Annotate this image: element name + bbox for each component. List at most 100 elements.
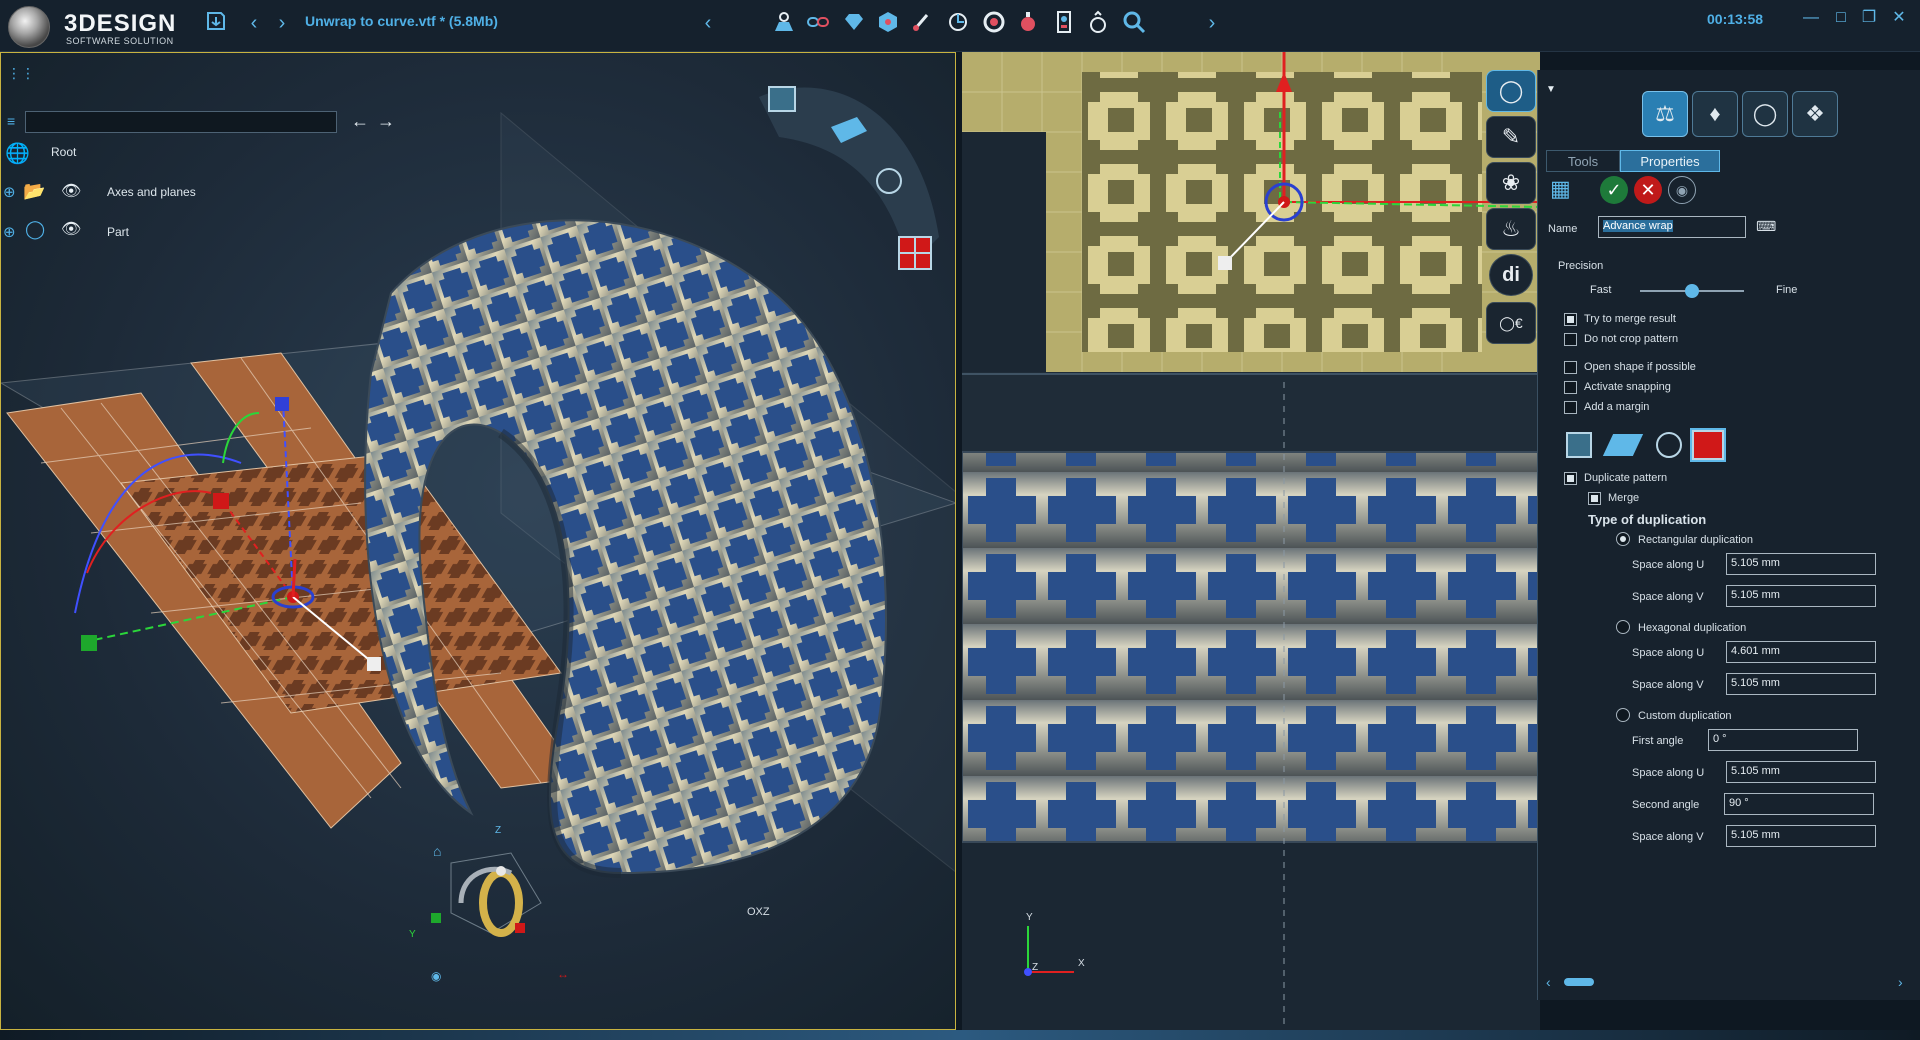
collapse-left-icon[interactable]: ‹ (694, 9, 722, 37)
jewelry-tool-icon[interactable]: ♨ (1486, 208, 1536, 250)
sculpt-icon[interactable] (770, 9, 798, 37)
mode-quad-icon[interactable] (1690, 428, 1726, 462)
link-icon[interactable] (804, 9, 832, 37)
expand-plus-icon[interactable]: ⊕ (3, 183, 16, 201)
back-icon[interactable]: ‹ (240, 9, 268, 37)
hex-space-u-input[interactable]: 4.601 mm (1726, 641, 1876, 663)
rect-space-v-input[interactable]: 5.105 mm (1726, 585, 1876, 607)
opt-no-crop-checkbox[interactable] (1564, 333, 1577, 346)
tree-search-input[interactable] (25, 111, 337, 133)
gem-icon[interactable] (840, 9, 868, 37)
grid-menu-icon[interactable]: ⋮⋮ (7, 65, 35, 82)
eye-icon[interactable]: ◉ (431, 969, 441, 983)
app-logo: 3DESIGN SOFTWARE SOLUTION (8, 6, 178, 48)
panel-scroll-left-icon[interactable]: ‹ (1546, 974, 1551, 990)
panel-scrollbar[interactable] (1564, 978, 1594, 986)
merge-checkbox[interactable] (1588, 492, 1601, 505)
eye-icon[interactable]: 👁 (61, 181, 81, 201)
save-icon[interactable] (202, 9, 230, 37)
mode-orbit-icon[interactable] (1656, 432, 1682, 458)
view-front-icon[interactable] (768, 86, 796, 112)
forward-icon[interactable]: › (268, 9, 296, 37)
custom-duplication-radio[interactable] (1616, 708, 1630, 722)
precision-slider-knob[interactable] (1685, 284, 1699, 298)
ring-measure-icon[interactable] (1084, 9, 1112, 37)
tree-item-axes[interactable]: Axes and planes (107, 185, 196, 199)
mode-plane-icon[interactable] (1602, 434, 1644, 456)
tree-back-icon[interactable]: ← (351, 111, 369, 132)
ball-icon[interactable] (1014, 9, 1042, 37)
keyboard-icon[interactable]: ⌨ (1756, 218, 1776, 235)
expand-plus-icon[interactable]: ⊕ (3, 223, 16, 241)
logo-ball-icon (8, 6, 50, 48)
expand-right-icon[interactable]: › (1198, 9, 1226, 37)
axis-z-label: Z (1032, 962, 1038, 973)
tree-root-label[interactable]: Root (51, 145, 76, 159)
duplicate-pattern-checkbox[interactable] (1564, 472, 1577, 485)
zoom-icon[interactable] (1120, 9, 1148, 37)
right-scene: Y Z X (962, 52, 1540, 1030)
objects-mode-icon[interactable]: ⚖ (1642, 91, 1688, 137)
opt-open-shape-checkbox[interactable] (1564, 361, 1577, 374)
tree-forward-icon[interactable]: → (377, 111, 395, 132)
di-tool-icon[interactable]: di (1489, 254, 1533, 296)
eye-icon[interactable]: 👁 (61, 219, 81, 239)
cost-tool-icon[interactable]: ◯€ (1486, 302, 1536, 344)
name-value: Advance wrap (1603, 220, 1673, 232)
gem-mode-icon[interactable]: ♦ (1692, 91, 1738, 137)
restore-icon[interactable]: ❐ (1858, 7, 1880, 29)
folder-icon: 📂 (23, 181, 46, 201)
rect-duplication-radio[interactable] (1616, 532, 1630, 546)
mesh-tool-icon[interactable]: ❀ (1486, 162, 1536, 204)
duplicate-pattern-label: Duplicate pattern (1584, 472, 1668, 484)
axis-y-label: Y (409, 929, 416, 940)
opt-merge-result-checkbox[interactable] (1564, 313, 1577, 326)
axis-x-label: X (1078, 958, 1085, 969)
left-viewport[interactable]: OXZ ⋮⋮ ≡ ← → 🌐 Root ⊕ 📂 👁 Axes and plane… (0, 52, 956, 1030)
panel-dropdown-icon[interactable]: ▼ (1546, 84, 1556, 95)
confirm-icon[interactable]: ✓ (1600, 176, 1628, 204)
close-icon[interactable]: ✕ (1888, 7, 1910, 29)
name-field[interactable]: Advance wrap (1598, 216, 1746, 238)
gem-edit-mode-icon[interactable]: ❖ (1792, 91, 1838, 137)
magnet-icon[interactable] (980, 9, 1008, 37)
rings-mode-icon[interactable]: ◯ (1742, 91, 1788, 137)
box-icon[interactable] (874, 9, 902, 37)
brush-icon[interactable] (908, 9, 936, 37)
custom-second-angle-input[interactable]: 90 ° (1724, 793, 1874, 815)
pen-tool-icon[interactable]: ✎ (1486, 116, 1536, 158)
navigation-ring-icon[interactable] (431, 843, 551, 953)
meter-icon[interactable] (1050, 9, 1078, 37)
panel-scroll-right-icon[interactable]: › (1898, 974, 1903, 990)
ring-mode-icon[interactable]: ◯ (1486, 70, 1536, 112)
resize-arrow-icon[interactable]: ↔ (557, 967, 569, 981)
tab-tools[interactable]: Tools (1546, 150, 1620, 172)
custom-first-angle-label: First angle (1632, 735, 1684, 747)
tree-item-part[interactable]: Part (107, 225, 129, 239)
hex-space-v-input[interactable]: 5.105 mm (1726, 673, 1876, 695)
view-controls (759, 86, 939, 270)
custom-space-v-input[interactable]: 5.105 mm (1726, 825, 1876, 847)
opt-snapping-checkbox[interactable] (1564, 381, 1577, 394)
properties-panel: ▼ ⚖ ♦ ◯ ❖ Tools Properties ▦ ✓ ✕ ◉ Name … (1537, 70, 1920, 1000)
opt-no-crop-label: Do not crop pattern (1584, 333, 1679, 345)
custom-space-u-label: Space along U (1632, 767, 1705, 779)
hex-space-u-label: Space along U (1632, 647, 1705, 659)
custom-space-u-input[interactable]: 5.105 mm (1726, 761, 1876, 783)
preview-eye-icon[interactable]: ◉ (1668, 176, 1696, 204)
custom-first-angle-input[interactable]: 0 ° (1708, 729, 1858, 751)
hex-duplication-radio[interactable] (1616, 620, 1630, 634)
merge-label: Merge (1608, 492, 1640, 504)
rect-space-u-input[interactable]: 5.105 mm (1726, 553, 1876, 575)
precision-slider[interactable] (1640, 284, 1744, 298)
rotate-icon[interactable] (944, 9, 972, 37)
plane-label: OXZ (747, 906, 770, 918)
tree-toggle-icon[interactable]: ≡ (7, 113, 15, 129)
right-viewport[interactable]: Y Z X (962, 52, 1540, 1030)
maximize-icon[interactable]: □ (1830, 7, 1852, 29)
cancel-icon[interactable]: ✕ (1634, 176, 1662, 204)
opt-margin-checkbox[interactable] (1564, 401, 1577, 414)
minimize-icon[interactable]: — (1800, 7, 1822, 29)
tab-properties[interactable]: Properties (1620, 150, 1720, 172)
mode-front-icon[interactable] (1566, 432, 1592, 458)
